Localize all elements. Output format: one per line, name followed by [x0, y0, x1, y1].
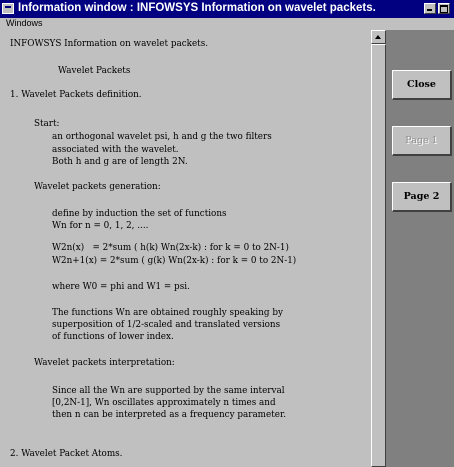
section-heading: 2. Wavelet Packet Atoms.: [10, 449, 123, 459]
subsection-heading: Wavelet packets interpretation:: [34, 358, 175, 368]
info-text-area[interactable]: INFOWSYS Information on wavelet packets.…: [2, 30, 371, 467]
text-line: Both h and g are of length 2N.: [52, 157, 188, 167]
scroll-up-arrow-icon[interactable]: [371, 30, 386, 44]
doc-title: Wavelet Packets: [58, 66, 131, 76]
subsection-heading: Start:: [34, 119, 60, 129]
page-2-button[interactable]: Page 2: [392, 182, 452, 212]
minimize-button[interactable]: [424, 3, 436, 14]
scroll-thumb[interactable]: [371, 44, 386, 467]
text-line: The functions Wn are obtained roughly sp…: [52, 308, 283, 318]
close-button[interactable]: Close: [392, 70, 452, 100]
text-line: Wn for n = 0, 1, 2, ....: [52, 221, 149, 231]
vertical-scrollbar[interactable]: [371, 30, 386, 467]
doc-header: INFOWSYS Information on wavelet packets.: [10, 39, 209, 49]
window-title: Information window : INFOWSYS Informatio…: [18, 2, 376, 14]
text-line: associated with the wavelet.: [52, 145, 179, 155]
text-line: define by induction the set of functions: [52, 209, 227, 219]
page-1-button[interactable]: Page 1: [392, 126, 452, 156]
formula-line: W2n+1(x) = 2*sum ( g(k) Wn(2x-k) : for k…: [52, 256, 297, 266]
text-line: of functions of lower index.: [52, 332, 174, 342]
button-panel: Close Page 1 Page 2: [386, 30, 454, 467]
text-line: then n can be interpreted as a frequency…: [52, 410, 287, 420]
text-line: where W0 = phi and W1 = psi.: [52, 282, 190, 292]
menu-bar: Windows: [0, 18, 454, 30]
text-line: Since all the Wn are supported by the sa…: [52, 386, 285, 396]
subsection-heading: Wavelet packets generation:: [34, 182, 161, 192]
section-heading: 1. Wavelet Packets definition.: [10, 90, 142, 100]
title-bar[interactable]: Information window : INFOWSYS Informatio…: [0, 0, 454, 18]
window-menu-icon[interactable]: [2, 3, 14, 14]
text-line: an orthogonal wavelet psi, h and g the t…: [52, 132, 272, 142]
maximize-button[interactable]: [438, 3, 450, 14]
formula-line: W2n(x) = 2*sum ( h(k) Wn(2x-k) : for k =…: [52, 243, 289, 253]
text-line: superposition of 1/2-scaled and translat…: [52, 320, 281, 330]
menu-windows[interactable]: Windows: [6, 18, 43, 28]
text-line: [0,2N-1], Wn oscillates approximately n …: [52, 398, 276, 408]
